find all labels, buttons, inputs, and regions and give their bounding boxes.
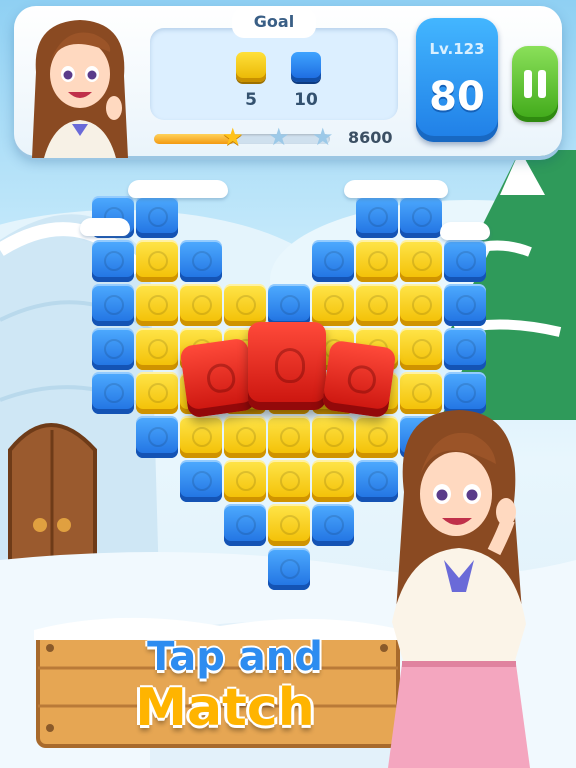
blue-block[interactable] bbox=[180, 240, 222, 282]
red-block[interactable] bbox=[179, 337, 257, 419]
red-block[interactable] bbox=[248, 322, 326, 410]
yellow-block[interactable] bbox=[224, 284, 266, 326]
blue-block[interactable] bbox=[136, 416, 178, 458]
blue-block[interactable] bbox=[444, 240, 486, 282]
blue-block[interactable] bbox=[312, 504, 354, 546]
yellow-block[interactable] bbox=[268, 460, 310, 502]
blue-block[interactable] bbox=[92, 240, 134, 282]
yellow-block[interactable] bbox=[136, 328, 178, 370]
blue-block[interactable] bbox=[444, 328, 486, 370]
blue-block[interactable] bbox=[92, 372, 134, 414]
yellow-block[interactable] bbox=[180, 416, 222, 458]
yellow-block[interactable] bbox=[136, 284, 178, 326]
snow-cap bbox=[128, 180, 228, 198]
blue-block[interactable] bbox=[268, 548, 310, 590]
yellow-block[interactable] bbox=[312, 284, 354, 326]
blue-block[interactable] bbox=[180, 460, 222, 502]
blue-block[interactable] bbox=[356, 196, 398, 238]
character-girl bbox=[388, 410, 530, 768]
blue-block[interactable] bbox=[312, 240, 354, 282]
yellow-block[interactable] bbox=[356, 284, 398, 326]
banner-line-2: Match bbox=[135, 678, 315, 738]
snow-cap bbox=[440, 222, 490, 240]
yellow-block[interactable] bbox=[400, 284, 442, 326]
yellow-block[interactable] bbox=[312, 460, 354, 502]
blue-block[interactable] bbox=[224, 504, 266, 546]
blue-block[interactable] bbox=[92, 328, 134, 370]
snow-cap bbox=[80, 218, 130, 236]
blue-block[interactable] bbox=[400, 196, 442, 238]
yellow-block[interactable] bbox=[224, 460, 266, 502]
blue-block[interactable] bbox=[92, 284, 134, 326]
yellow-block[interactable] bbox=[268, 416, 310, 458]
blue-block[interactable] bbox=[136, 196, 178, 238]
blue-block[interactable] bbox=[444, 284, 486, 326]
banner-line-1: Tap and bbox=[147, 634, 323, 680]
yellow-block[interactable] bbox=[180, 284, 222, 326]
yellow-block[interactable] bbox=[136, 372, 178, 414]
yellow-block[interactable] bbox=[224, 416, 266, 458]
yellow-block[interactable] bbox=[400, 328, 442, 370]
yellow-block[interactable] bbox=[312, 416, 354, 458]
yellow-block[interactable] bbox=[268, 504, 310, 546]
yellow-block[interactable] bbox=[356, 240, 398, 282]
blue-block[interactable] bbox=[268, 284, 310, 326]
yellow-block[interactable] bbox=[400, 240, 442, 282]
yellow-block[interactable] bbox=[136, 240, 178, 282]
snow-cap bbox=[344, 180, 448, 198]
